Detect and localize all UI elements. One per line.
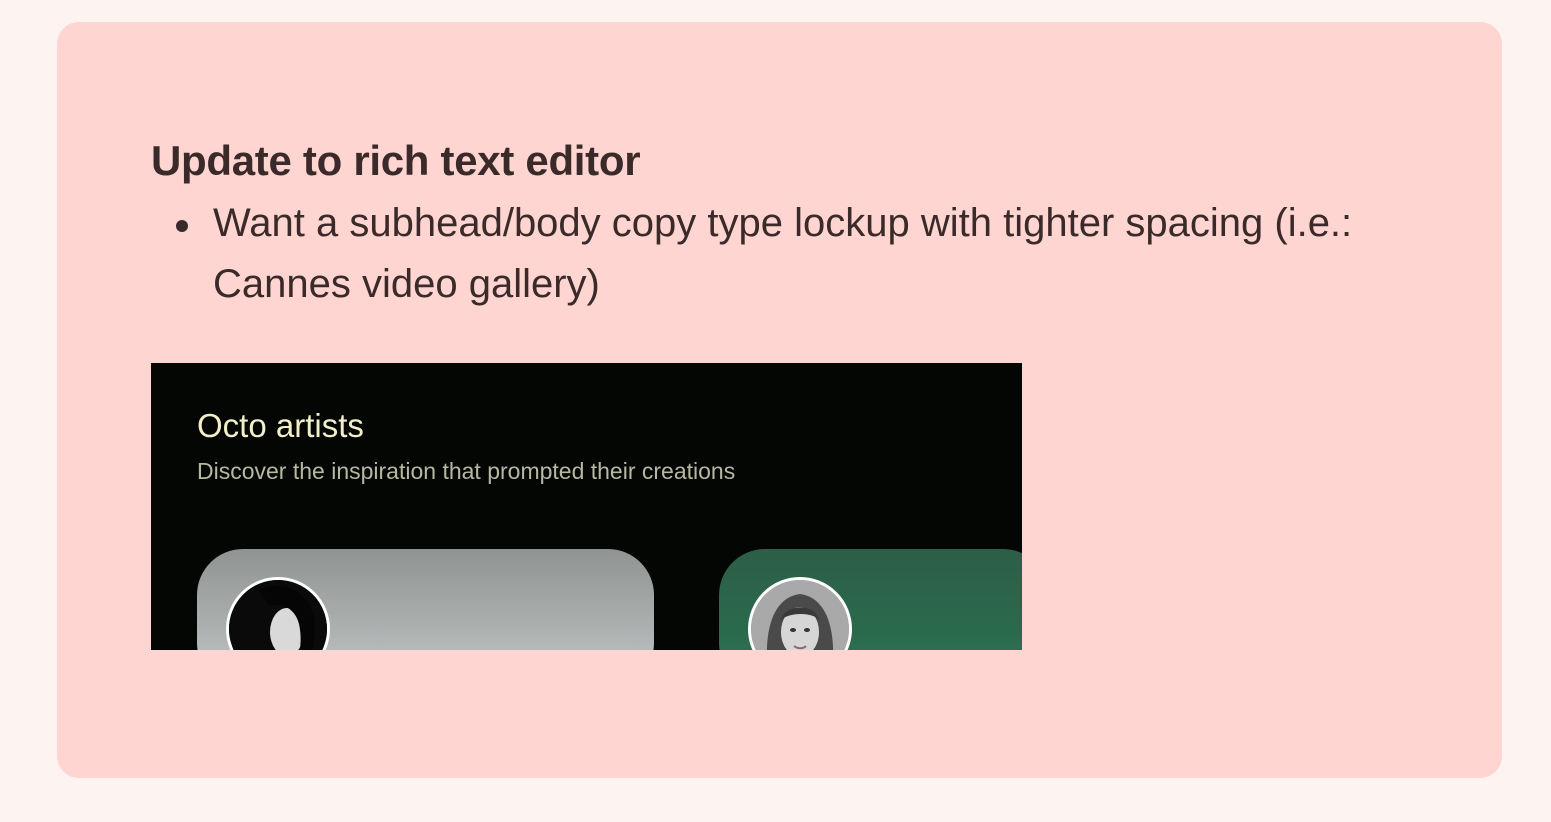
avatar (226, 577, 330, 650)
artist-card[interactable] (197, 549, 654, 650)
avatar (748, 577, 852, 650)
portrait-photo-icon (229, 580, 327, 650)
gallery-screenshot: Octo artists Discover the inspiration th… (151, 363, 1022, 650)
gallery-title: Octo artists (197, 407, 364, 444)
gallery-subtitle: Discover the inspiration that prompted t… (197, 458, 736, 484)
note-bullet-item: Want a subhead/body copy type lockup wit… (151, 193, 1381, 315)
note-bullet-list: Want a subhead/body copy type lockup wit… (151, 193, 1381, 315)
bullet-dot-icon (176, 220, 188, 232)
artist-card[interactable] (719, 549, 1022, 650)
portrait-photo-icon (751, 580, 849, 650)
note-heading: Update to rich text editor (151, 137, 641, 184)
note-bullet-text: Want a subhead/body copy type lockup wit… (213, 201, 1353, 306)
